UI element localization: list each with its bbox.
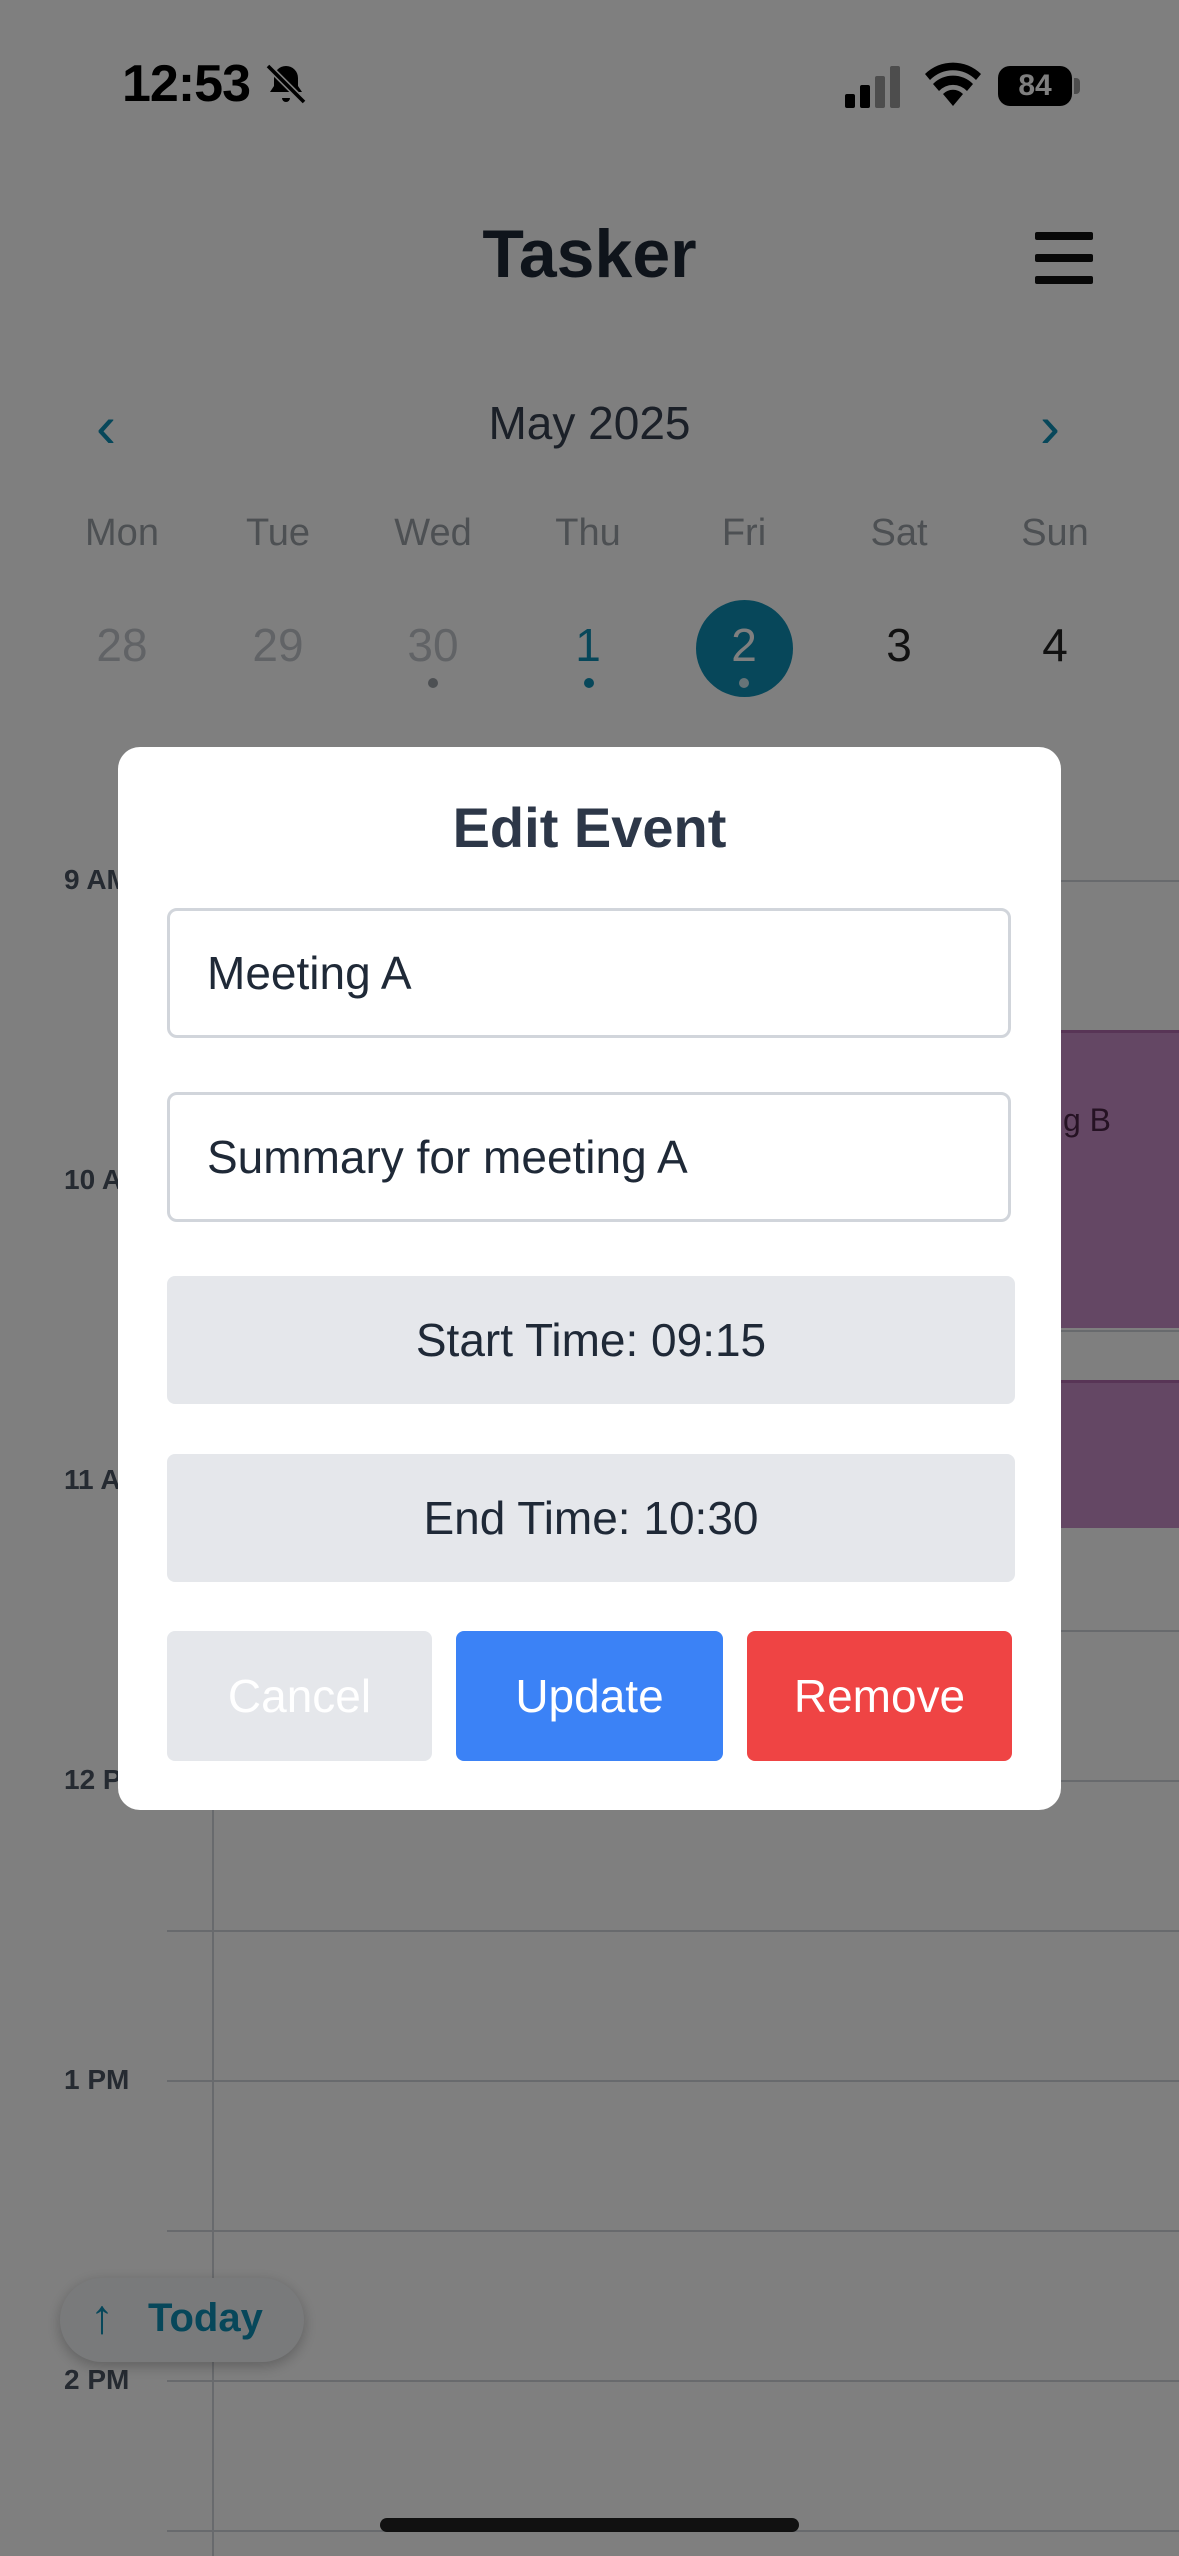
end-time-button[interactable]: End Time: 10:30 <box>167 1454 1015 1582</box>
update-button[interactable]: Update <box>456 1631 723 1761</box>
home-indicator[interactable] <box>380 2518 799 2532</box>
modal-title: Edit Event <box>452 796 727 859</box>
start-time-button[interactable]: Start Time: 09:15 <box>167 1276 1015 1404</box>
event-summary-input[interactable]: Summary for meeting A <box>167 1092 1011 1222</box>
edit-event-modal: Edit Event Meeting A Summary for meeting… <box>118 747 1061 1810</box>
cancel-button[interactable]: Cancel <box>167 1631 432 1761</box>
event-name-input[interactable]: Meeting A <box>167 908 1011 1038</box>
remove-button[interactable]: Remove <box>747 1631 1012 1761</box>
